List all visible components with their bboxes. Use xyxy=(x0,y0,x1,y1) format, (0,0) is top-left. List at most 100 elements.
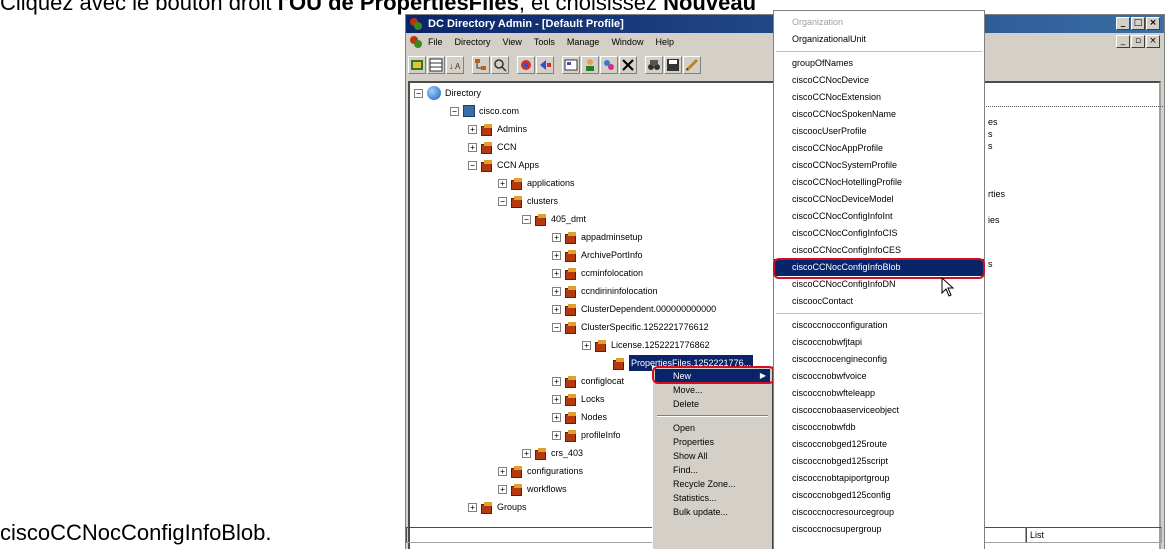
expand-icon[interactable]: + xyxy=(582,340,591,350)
tree-node-ccminfolocation[interactable]: + ccminfolocation xyxy=(552,265,643,281)
tree-node-cisco-com[interactable]: − cisco.com xyxy=(450,103,519,119)
tree-node-groups[interactable]: + Groups xyxy=(468,499,527,515)
expand-icon[interactable]: + xyxy=(498,466,507,476)
collapse-icon[interactable]: − xyxy=(468,160,477,170)
tree-node-workflows[interactable]: + workflows xyxy=(498,481,567,497)
submenu-item-ciscoccnocsystemprofile[interactable]: ciscoCCNocSystemProfile xyxy=(774,157,984,174)
tree-node-405-dmt[interactable]: −405_dmt xyxy=(522,211,586,227)
expand-icon[interactable]: + xyxy=(552,412,561,422)
tree-node-profileinfo[interactable]: + profileInfo xyxy=(552,427,621,443)
tree-node-configlocat[interactable]: + configlocat xyxy=(552,373,624,389)
mdi-restore-button[interactable]: ▫ xyxy=(1131,35,1145,48)
directory-icon[interactable] xyxy=(408,56,426,74)
binoculars-icon[interactable] xyxy=(645,56,663,74)
tree-node-configurations[interactable]: + configurations xyxy=(498,463,583,479)
expand-icon[interactable]: + xyxy=(552,268,561,278)
menu-item-show-all[interactable]: Show All xyxy=(655,449,770,463)
submenu-item-ciscoccnocconfiginfocis[interactable]: ciscoCCNocConfigInfoCIS xyxy=(774,225,984,242)
connect-icon[interactable] xyxy=(517,56,535,74)
menu-item-delete[interactable]: Delete xyxy=(655,397,770,411)
roles-icon[interactable] xyxy=(600,56,618,74)
tree-node-crs-403[interactable]: + crs_403 xyxy=(522,445,583,461)
tree-node-appadminsetup[interactable]: + appadminsetup xyxy=(552,229,643,245)
minimize-button[interactable]: _ xyxy=(1116,17,1130,30)
menu-directory[interactable]: Directory xyxy=(455,33,491,51)
submenu-item-ciscoccnocresourcegroup[interactable]: ciscoccnocresourcegroup xyxy=(774,504,984,521)
expand-icon[interactable]: + xyxy=(468,502,477,512)
tree-node-locks[interactable]: + Locks xyxy=(552,391,605,407)
submenu-item-organizationalunit[interactable]: OrganizationalUnit xyxy=(774,31,984,48)
tree-node-admins[interactable]: + Admins xyxy=(468,121,527,137)
collapse-icon[interactable]: − xyxy=(552,322,561,332)
submenu-item-groupofnames[interactable]: groupOfNames xyxy=(774,55,984,72)
tree-node-ccndirininfolocation[interactable]: + ccndirininfolocation xyxy=(552,283,658,299)
expand-icon[interactable]: + xyxy=(468,124,477,134)
expand-icon[interactable]: + xyxy=(468,142,477,152)
sort-icon[interactable]: ↓ A xyxy=(446,56,464,74)
submenu-item-ciscoccnocconfiguration[interactable]: ciscoccnocconfiguration xyxy=(774,317,984,334)
tree-node-applications[interactable]: + applications xyxy=(498,175,575,191)
menu-item-recycle-zone[interactable]: Recycle Zone... xyxy=(655,477,770,491)
tree-node-archiveportinfo[interactable]: + ArchivePortInfo xyxy=(552,247,643,263)
submenu-item-ciscoccnobged125script[interactable]: ciscoccnobged125script xyxy=(774,453,984,470)
submenu-item-ciscoccnobwfjtapi[interactable]: ciscoccnobwfjtapi xyxy=(774,334,984,351)
submenu-item-organization[interactable]: Organization xyxy=(774,14,984,31)
submenu-item-ciscoccnobwfvoice[interactable]: ciscoccnobwfvoice xyxy=(774,368,984,385)
expand-icon[interactable]: + xyxy=(498,484,507,494)
menu-item-find[interactable]: Find... xyxy=(655,463,770,477)
menu-file[interactable]: File xyxy=(428,33,443,51)
expand-icon[interactable]: + xyxy=(552,430,561,440)
close-button[interactable]: × xyxy=(1146,17,1160,30)
menu-manage[interactable]: Manage xyxy=(567,33,600,51)
menu-window[interactable]: Window xyxy=(611,33,643,51)
tree-node-clusterdependent[interactable]: + ClusterDependent.000000000000 xyxy=(552,301,716,317)
submenu-item-ciscoccnocdevice[interactable]: ciscoCCNocDevice xyxy=(774,72,984,89)
find-icon[interactable] xyxy=(491,56,509,74)
submenu-item-ciscoccnocconfiginfoces[interactable]: ciscoCCNocConfigInfoCES xyxy=(774,242,984,259)
tree-node-directory[interactable]: − Directory xyxy=(414,85,481,101)
submenu-item-ciscoccnobaaserviceobject[interactable]: ciscoccnobaaserviceobject xyxy=(774,402,984,419)
properties-icon[interactable] xyxy=(562,56,580,74)
submenu-item-ciscoccnobged125route[interactable]: ciscoccnobged125route xyxy=(774,436,984,453)
mdi-minimize-button[interactable]: _ xyxy=(1116,35,1130,48)
submenu-item-ciscoccnocdevicemodel[interactable]: ciscoCCNocDeviceModel xyxy=(774,191,984,208)
menu-item-move[interactable]: Move... xyxy=(655,383,770,397)
submenu-item-ciscoocuserprofile[interactable]: ciscoocUserProfile xyxy=(774,123,984,140)
tree-node-clusters[interactable]: − clusters xyxy=(498,193,558,209)
mdi-close-button[interactable]: × xyxy=(1146,35,1160,48)
collapse-icon[interactable]: − xyxy=(414,88,423,98)
submenu-item-ciscoccnobwfteleapp[interactable]: ciscoccnobwfteleapp xyxy=(774,385,984,402)
menu-item-bulk-update[interactable]: Bulk update... xyxy=(655,505,770,519)
expand-icon[interactable]: + xyxy=(552,250,561,260)
disconnect-icon[interactable] xyxy=(536,56,554,74)
delete-icon[interactable] xyxy=(619,56,637,74)
tree-node-nodes[interactable]: + Nodes xyxy=(552,409,607,425)
submenu-item-ciscoccnobwfdb[interactable]: ciscoccnobwfdb xyxy=(774,419,984,436)
menu-help[interactable]: Help xyxy=(655,33,674,51)
expand-icon[interactable]: + xyxy=(552,286,561,296)
menu-item-open[interactable]: Open xyxy=(655,421,770,435)
submenu-item-ciscoccnocengineconfig[interactable]: ciscoccnocengineconfig xyxy=(774,351,984,368)
tree-node-clusterspecific[interactable]: − ClusterSpecific.1252221776612 xyxy=(552,319,709,335)
tree-node-license[interactable]: + License.1252221776862 xyxy=(582,337,710,353)
submenu-item-ciscoccnocconfiginfoblob[interactable]: ciscoCCNocConfigInfoBlob xyxy=(774,259,984,276)
maximize-button[interactable]: □ xyxy=(1131,17,1145,30)
submenu-item-ciscoccnocspokenname[interactable]: ciscoCCNocSpokenName xyxy=(774,106,984,123)
tree-icon[interactable] xyxy=(472,56,490,74)
tree-node-ccn-apps[interactable]: − CCN Apps xyxy=(468,157,539,173)
collapse-icon[interactable]: − xyxy=(498,196,507,206)
submenu-item-ciscoccnocappprofile[interactable]: ciscoCCNocAppProfile xyxy=(774,140,984,157)
submenu-item-ciscoccnobtapiportgroup[interactable]: ciscoccnobtapiportgroup xyxy=(774,470,984,487)
menu-item-new[interactable]: New ▶ xyxy=(655,369,770,383)
collapse-icon[interactable]: − xyxy=(522,214,531,224)
expand-icon[interactable]: + xyxy=(522,448,531,458)
submenu-item-ciscoccnocsupergroup[interactable]: ciscoccnocsupergroup xyxy=(774,521,984,538)
tree-node-ccn[interactable]: + CCN xyxy=(468,139,517,155)
menu-item-properties[interactable]: Properties xyxy=(655,435,770,449)
save-icon[interactable] xyxy=(664,56,682,74)
menu-item-statistics[interactable]: Statistics... xyxy=(655,491,770,505)
menu-view[interactable]: View xyxy=(503,33,522,51)
menu-tools[interactable]: Tools xyxy=(534,33,555,51)
submenu-item-ciscoccnocextension[interactable]: ciscoCCNocExtension xyxy=(774,89,984,106)
expand-icon[interactable]: + xyxy=(552,376,561,386)
